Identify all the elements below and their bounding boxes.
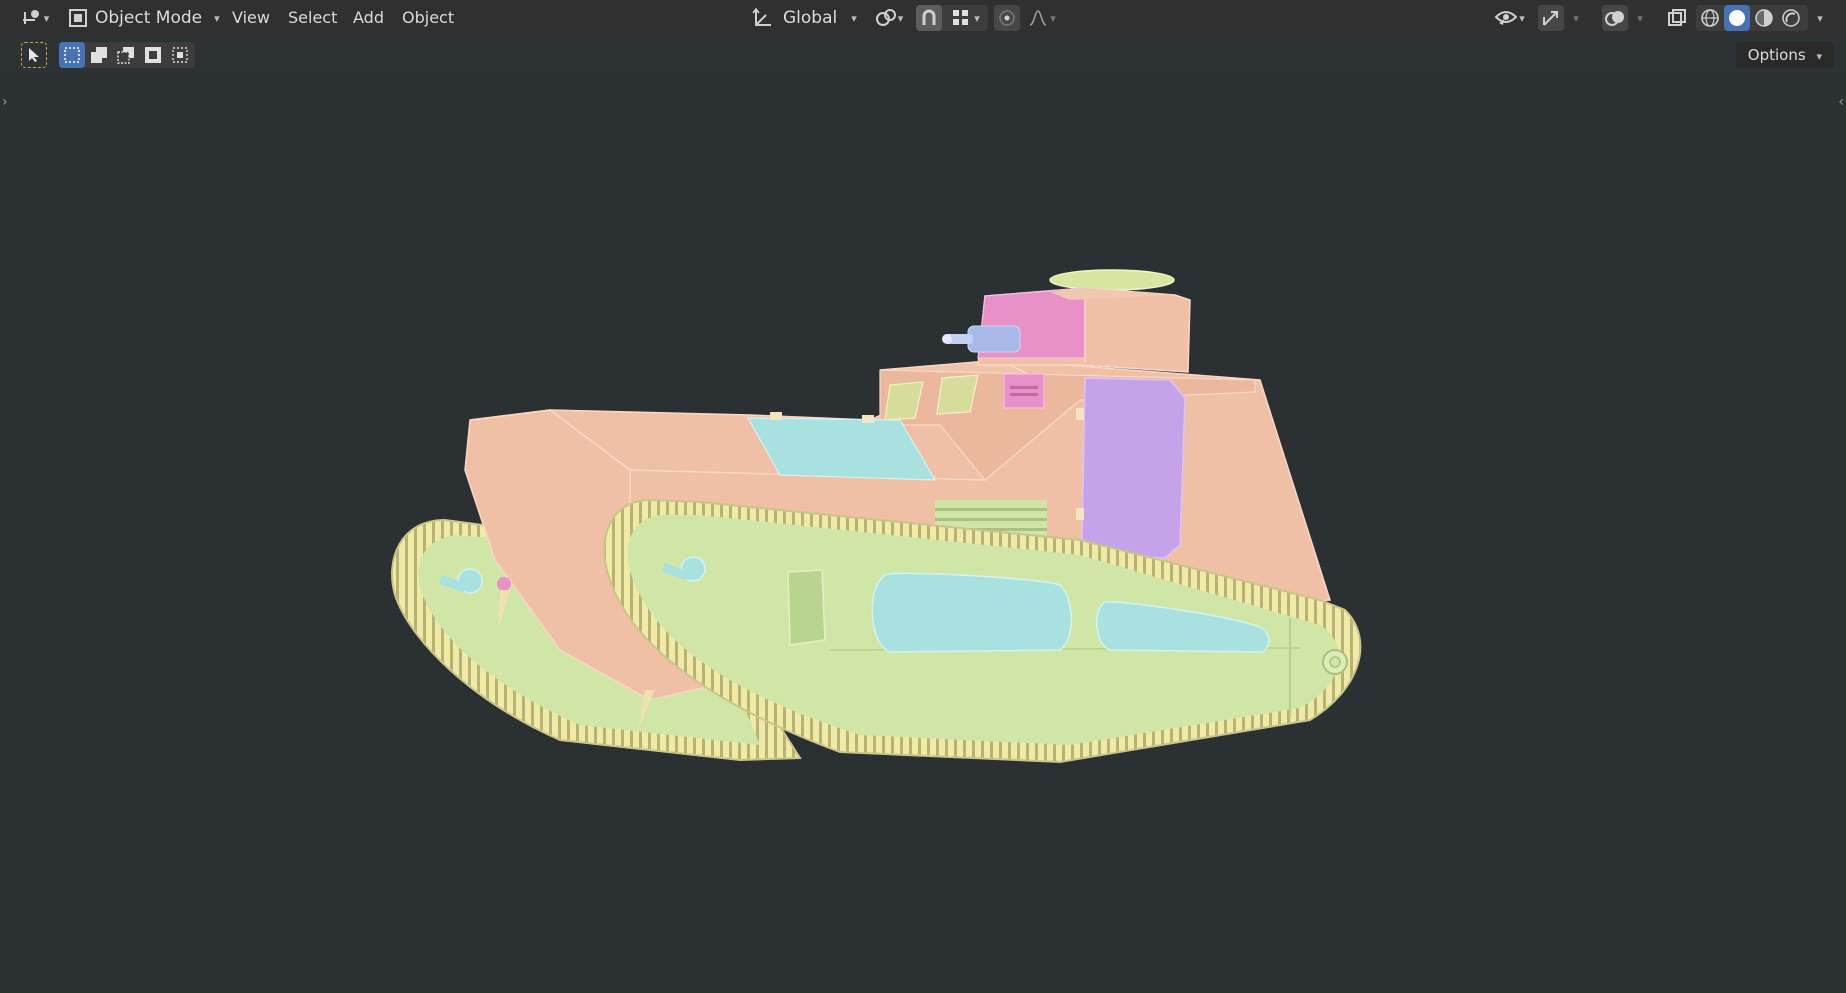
viewport-3d[interactable] — [0, 0, 1846, 993]
track-opening-1 — [871, 572, 1072, 653]
tank-model[interactable] — [391, 269, 1362, 764]
turret-gun[interactable] — [942, 325, 1021, 353]
side-door[interactable] — [1081, 377, 1186, 559]
turret[interactable] — [977, 269, 1191, 373]
